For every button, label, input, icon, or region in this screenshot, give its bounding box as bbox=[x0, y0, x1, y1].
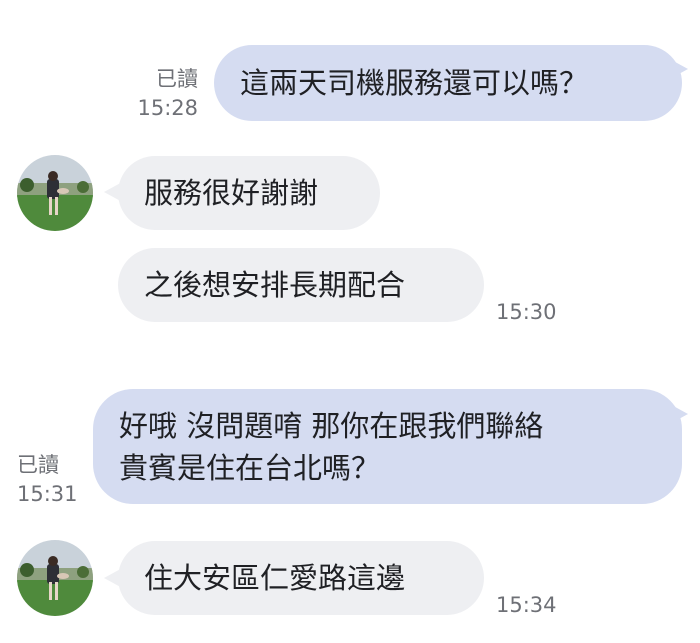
message-time: 15:28 bbox=[137, 96, 198, 120]
contact-avatar-photo-icon bbox=[17, 540, 93, 616]
chat-conversation: 已讀 15:28 這兩天司機服務還可以嗎？ 服務很好謝謝 之後想安排長期配合 1… bbox=[0, 0, 700, 643]
read-receipt-1: 已讀 15:28 bbox=[128, 66, 198, 121]
read-label: 已讀 bbox=[156, 67, 198, 91]
message-time: 15:30 bbox=[496, 300, 557, 324]
message-bubble[interactable]: 住大安區仁愛路這邊 bbox=[118, 541, 484, 615]
message-text-line-1: 好哦 沒問題唷 那你在跟我們聯絡 bbox=[119, 409, 544, 443]
message-text: 這兩天司機服務還可以嗎？ bbox=[240, 66, 589, 100]
contact-avatar-photo-icon bbox=[17, 155, 93, 231]
message-time: 15:34 bbox=[496, 593, 557, 617]
message-time: 15:31 bbox=[17, 482, 78, 506]
message-text: 之後想安排長期配合 bbox=[144, 268, 406, 302]
message-bubble[interactable]: 好哦 沒問題唷 那你在跟我們聯絡 貴賓是住在台北嗎？ bbox=[93, 389, 682, 504]
read-receipt-4: 已讀 15:31 bbox=[17, 452, 87, 507]
contact-avatar[interactable] bbox=[17, 540, 93, 616]
read-label: 已讀 bbox=[17, 453, 59, 477]
message-bubble[interactable]: 服務很好謝謝 bbox=[118, 156, 380, 230]
message-text-line-2: 貴賓是住在台北嗎？ bbox=[119, 451, 381, 485]
message-text: 住大安區仁愛路這邊 bbox=[144, 561, 406, 595]
contact-avatar[interactable] bbox=[17, 155, 93, 231]
message-text: 服務很好謝謝 bbox=[144, 176, 319, 210]
message-bubble[interactable]: 之後想安排長期配合 bbox=[118, 248, 484, 322]
message-bubble[interactable]: 這兩天司機服務還可以嗎？ bbox=[214, 45, 682, 121]
